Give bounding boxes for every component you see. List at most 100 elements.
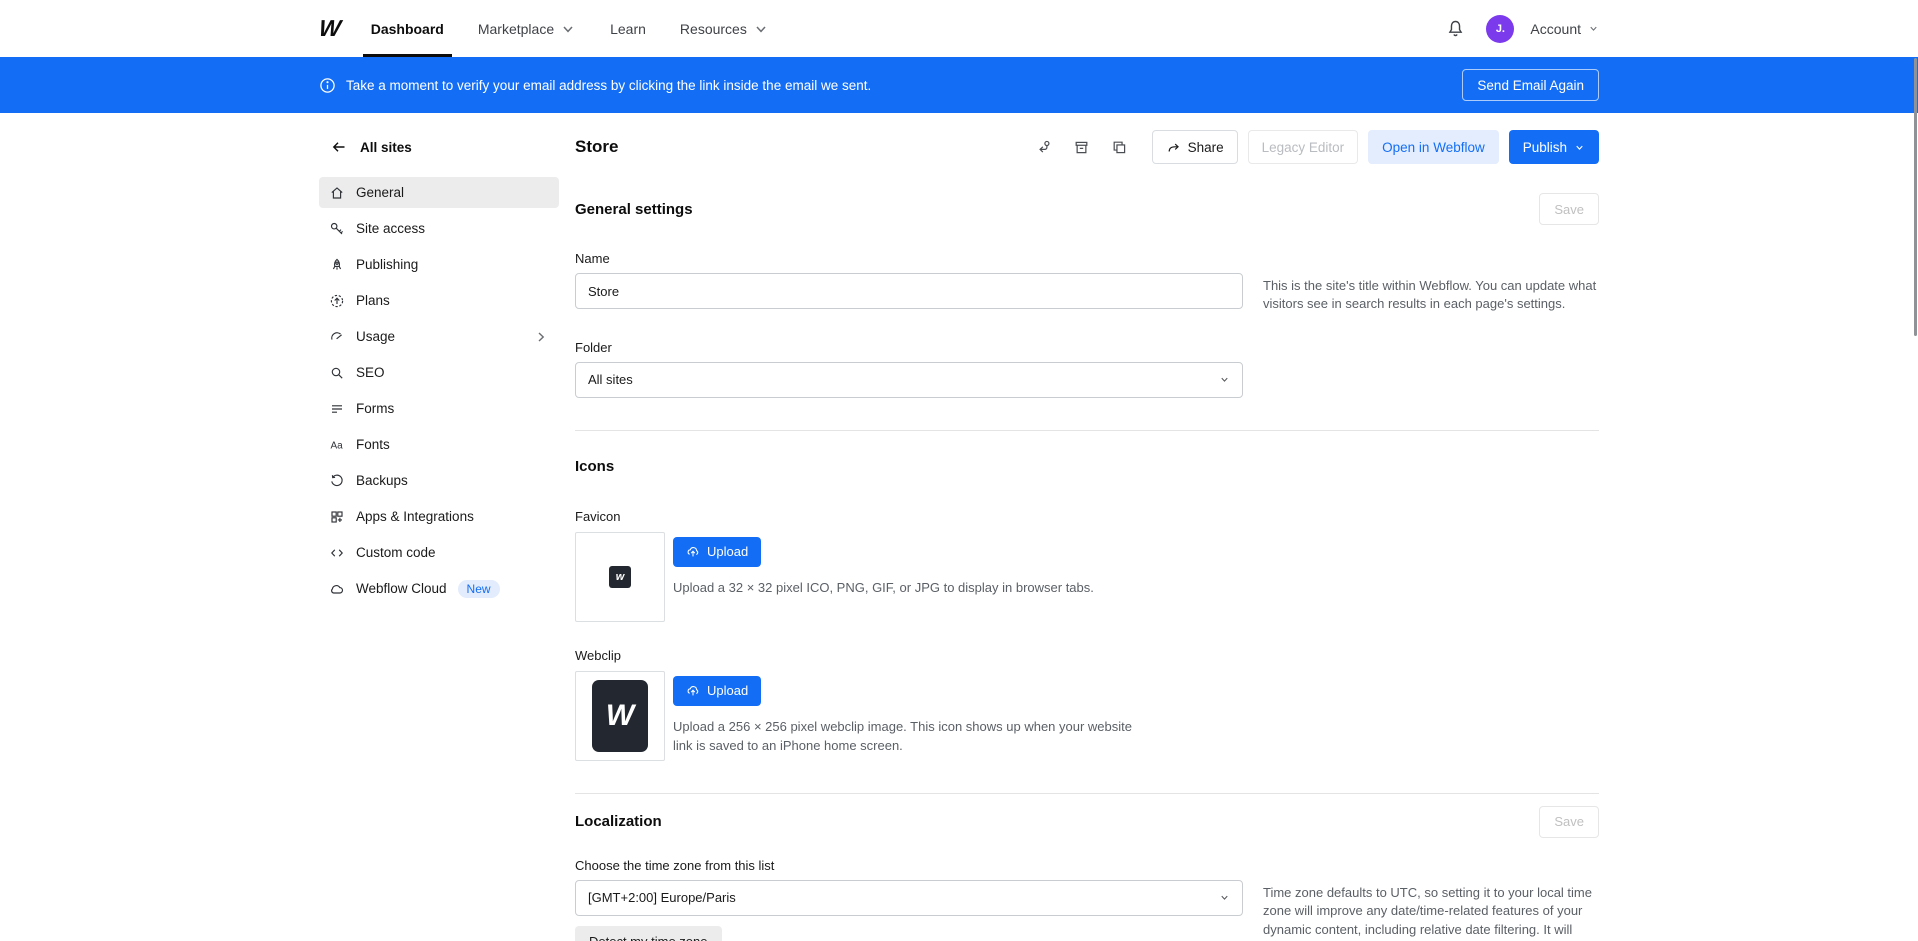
archive-icon (1073, 139, 1090, 156)
sidebar-item-backups[interactable]: Backups (319, 465, 559, 496)
section-divider (575, 793, 1599, 794)
top-nav: W Dashboard Marketplace Learn Resources (0, 0, 1918, 57)
rocket-icon (329, 257, 345, 273)
chevron-right-icon (533, 329, 549, 345)
nav-tab-learn[interactable]: Learn (608, 0, 648, 57)
account-menu[interactable]: Account (1530, 21, 1599, 37)
send-email-again-button[interactable]: Send Email Again (1462, 69, 1599, 101)
favicon-preview: w (575, 532, 665, 622)
sidebar-item-general[interactable]: General (319, 177, 559, 208)
info-icon (319, 77, 336, 94)
settings-sidebar: All sites General Site access Publishing… (319, 113, 559, 941)
sidebar-item-label: Usage (356, 329, 522, 344)
chevron-down-icon (1219, 374, 1230, 385)
sidebar-item-custom-code[interactable]: Custom code (319, 537, 559, 568)
webclip-upload-button[interactable]: Upload (673, 676, 761, 706)
code-icon (329, 545, 345, 561)
sidebar-item-publishing[interactable]: Publishing (319, 249, 559, 280)
duplicate-site-button[interactable] (1106, 133, 1134, 161)
detect-time-zone-button[interactable]: Detect my time zone (575, 926, 722, 941)
legacy-editor-button[interactable]: Legacy Editor (1248, 130, 1359, 164)
transfer-site-icon (1035, 139, 1052, 156)
share-button-label: Share (1188, 140, 1224, 155)
nav-tab-dashboard[interactable]: Dashboard (369, 0, 446, 57)
sidebar-item-label: Forms (356, 401, 394, 416)
upload-cloud-icon (686, 684, 700, 698)
folder-select[interactable]: All sites (575, 362, 1243, 398)
sidebar-item-label: General (356, 185, 404, 200)
sidebar-item-forms[interactable]: Forms (319, 393, 559, 424)
share-arrow-icon (1166, 140, 1181, 155)
webclip-preview: W (575, 671, 665, 761)
cloud-icon (329, 581, 345, 597)
publish-button-label: Publish (1523, 140, 1567, 155)
upload-button-label: Upload (707, 683, 748, 698)
sidebar-item-label: Site access (356, 221, 425, 236)
sidebar-item-site-access[interactable]: Site access (319, 213, 559, 244)
sidebar-item-webflow-cloud[interactable]: Webflow Cloud New (319, 573, 559, 604)
sidebar-item-label: Webflow Cloud (356, 581, 447, 596)
open-in-webflow-label: Open in Webflow (1382, 140, 1485, 155)
scrollbar[interactable] (1914, 58, 1917, 336)
general-settings-heading: General settings (575, 201, 693, 218)
localization-heading: Localization (575, 813, 662, 830)
nav-menu-marketplace-label: Marketplace (478, 21, 554, 37)
form-lines-icon (329, 401, 345, 417)
sidebar-item-label: Backups (356, 473, 408, 488)
avatar[interactable]: J. (1486, 15, 1514, 43)
sidebar-item-apps-integrations[interactable]: Apps & Integrations (319, 501, 559, 532)
key-icon (329, 221, 345, 237)
legacy-editor-label: Legacy Editor (1262, 140, 1345, 155)
account-label: Account (1530, 21, 1581, 37)
chevron-down-icon (1219, 892, 1230, 903)
arrow-left-icon (331, 139, 347, 155)
favicon-help-text: Upload a 32 × 32 pixel ICO, PNG, GIF, or… (673, 579, 1094, 598)
share-button[interactable]: Share (1152, 130, 1238, 164)
svg-text:Aa: Aa (331, 440, 344, 451)
nav-menu-resources-label: Resources (680, 21, 747, 37)
sidebar-item-fonts[interactable]: Aa Fonts (319, 429, 559, 460)
back-to-all-sites[interactable]: All sites (331, 137, 559, 157)
folder-select-value: All sites (588, 372, 1219, 387)
localization-save-button[interactable]: Save (1539, 806, 1599, 838)
webclip-help-text: Upload a 256 × 256 pixel webclip image. … (673, 718, 1143, 756)
webflow-logo[interactable]: W (318, 15, 341, 42)
sidebar-item-usage[interactable]: Usage (319, 321, 559, 352)
section-divider (575, 430, 1599, 431)
sidebar-item-label: Custom code (356, 545, 436, 560)
timezone-select[interactable]: [GMT+2:00] Europe/Paris (575, 880, 1243, 916)
sidebar-item-label: Apps & Integrations (356, 509, 474, 524)
home-icon (329, 185, 345, 201)
upload-cloud-icon (686, 545, 700, 559)
nav-menu-resources[interactable]: Resources (678, 0, 771, 57)
name-label: Name (575, 251, 1599, 266)
favicon-upload-button[interactable]: Upload (673, 537, 761, 567)
sidebar-item-seo[interactable]: SEO (319, 357, 559, 388)
timezone-label: Choose the time zone from this list (575, 858, 1599, 873)
new-badge: New (458, 580, 500, 598)
chevron-down-icon (560, 21, 576, 37)
nav-menu-marketplace[interactable]: Marketplace (476, 0, 578, 57)
notifications-bell-icon[interactable] (1440, 14, 1470, 44)
sidebar-item-label: Fonts (356, 437, 390, 452)
open-in-webflow-button[interactable]: Open in Webflow (1368, 130, 1499, 164)
chevron-down-icon (1574, 142, 1585, 153)
upload-button-label: Upload (707, 544, 748, 559)
gauge-icon (329, 329, 345, 345)
chevron-down-icon (1588, 23, 1599, 34)
transfer-site-button[interactable] (1030, 133, 1058, 161)
upgrade-circle-icon (329, 293, 345, 309)
favicon-image: w (609, 566, 631, 588)
site-name-input[interactable] (575, 273, 1243, 309)
back-to-all-sites-label: All sites (360, 140, 412, 155)
nav-tab-dashboard-label: Dashboard (371, 21, 444, 37)
page-title: Store (575, 137, 618, 157)
webclip-label: Webclip (575, 648, 1599, 663)
sidebar-item-plans[interactable]: Plans (319, 285, 559, 316)
apps-grid-icon (329, 509, 345, 525)
general-save-button[interactable]: Save (1539, 193, 1599, 225)
publish-button[interactable]: Publish (1509, 130, 1599, 164)
sidebar-item-label: Publishing (356, 257, 418, 272)
fonts-icon: Aa (329, 437, 345, 453)
archive-site-button[interactable] (1068, 133, 1096, 161)
